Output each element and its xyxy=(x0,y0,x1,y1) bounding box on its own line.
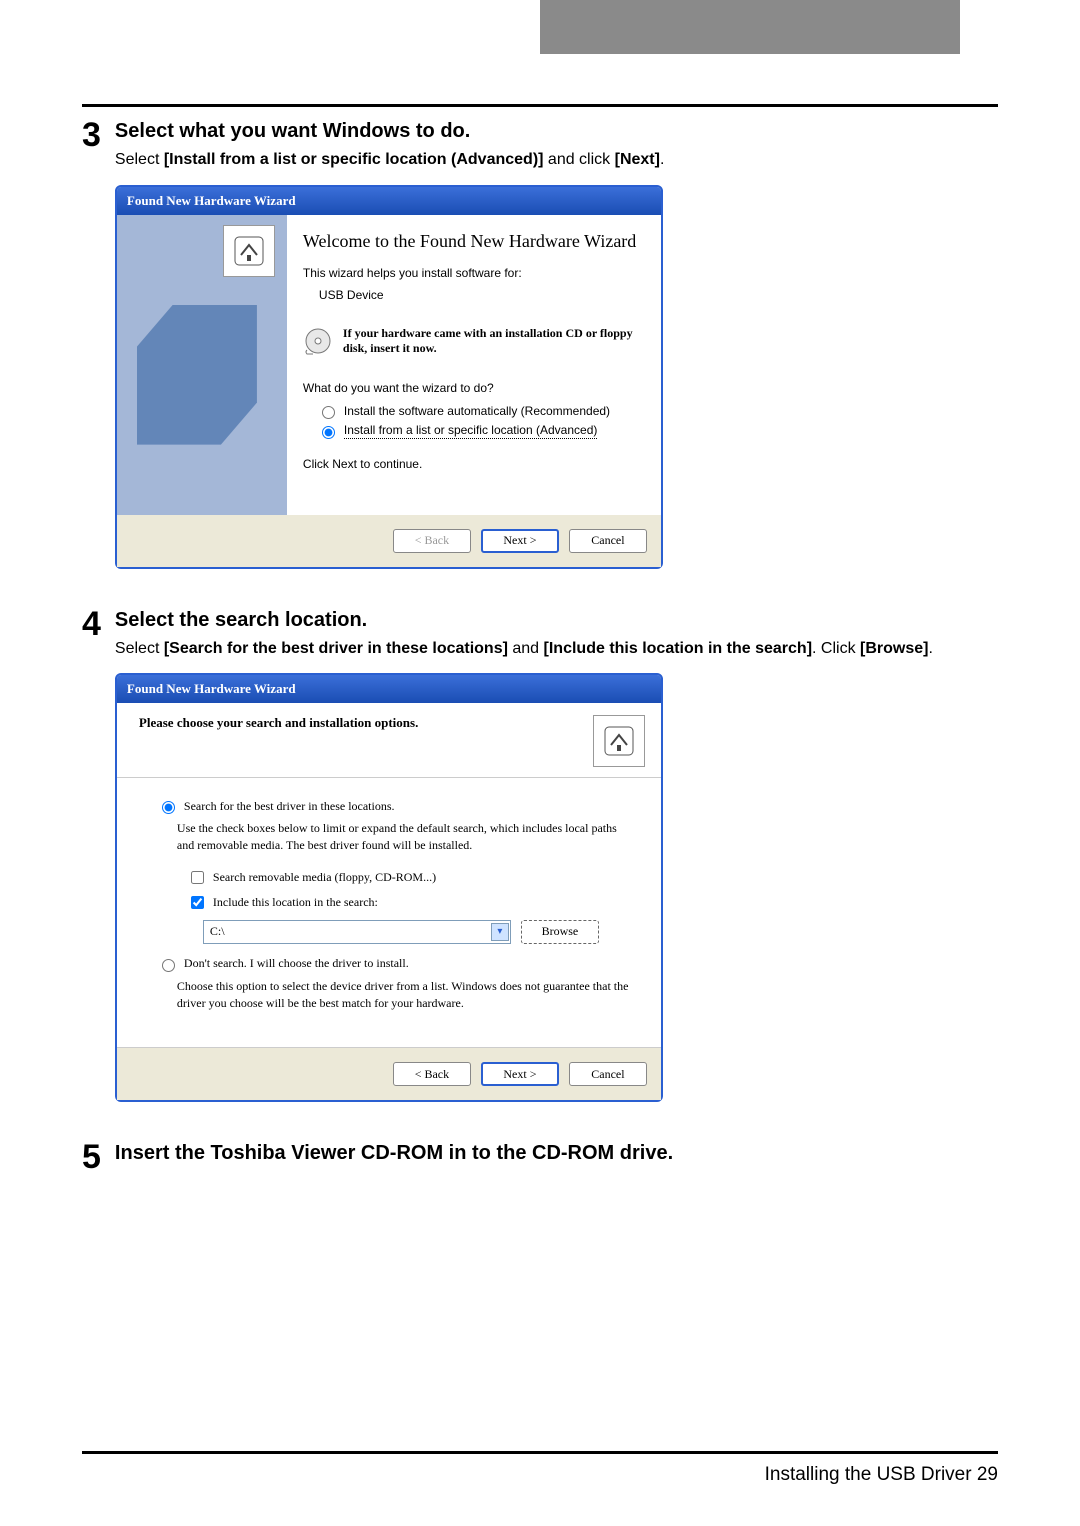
path-input[interactable] xyxy=(203,920,511,944)
radio-dont-search-input[interactable] xyxy=(162,959,175,972)
s4g: . xyxy=(928,640,932,657)
step-3: 3 Select what you want Windows to do. Se… xyxy=(82,120,998,569)
wizard-2-footer: < Back Next > Cancel xyxy=(117,1048,661,1100)
radio-dont-search-label: Don't search. I will choose the driver t… xyxy=(184,956,409,971)
wizard-1-footer: < Back Next > Cancel xyxy=(117,515,661,567)
step-3-desc-d: [Next] xyxy=(615,151,660,168)
path-field[interactable]: ▾ xyxy=(203,920,511,944)
radio-advanced[interactable]: Install from a list or specific location… xyxy=(317,423,645,439)
footer-text: Installing the USB Driver 29 xyxy=(765,1464,998,1485)
chk-removable-input[interactable] xyxy=(191,871,204,884)
wizard-1-titlebar: Found New Hardware Wizard xyxy=(117,187,661,215)
step-4-title: Select the search location. xyxy=(115,609,998,632)
wizard-device: USB Device xyxy=(319,288,645,302)
radio-advanced-label: Install from a list or specific location… xyxy=(344,423,597,439)
hardware-icon-small xyxy=(593,715,645,767)
page-footer: Installing the USB Driver 29 xyxy=(82,1451,998,1486)
wizard-1: Found New Hardware Wizard Welcome to the… xyxy=(115,185,663,569)
header-tab xyxy=(540,0,960,54)
step-3-desc-e: . xyxy=(660,151,664,168)
radio-search-input[interactable] xyxy=(162,801,175,814)
radio-auto-label: Install the software automatically (Reco… xyxy=(344,404,610,418)
wizard-2: Found New Hardware Wizard Please choose … xyxy=(115,673,663,1102)
step-5: 5 Insert the Toshiba Viewer CD-ROM in to… xyxy=(82,1142,998,1174)
step-3-desc: Select [Install from a list or specific … xyxy=(115,149,998,171)
step-number-4: 4 xyxy=(82,607,101,1103)
chk-removable-label: Search removable media (floppy, CD-ROM..… xyxy=(213,870,436,885)
s4c: and xyxy=(508,640,544,657)
decorative-shape xyxy=(137,305,257,445)
search-desc: Use the check boxes below to limit or ex… xyxy=(177,820,631,854)
step-3-title: Select what you want Windows to do. xyxy=(115,120,998,143)
cd-icon xyxy=(303,326,333,356)
radio-search-label: Search for the best driver in these loca… xyxy=(184,799,395,814)
step-4-desc: Select [Search for the best driver in th… xyxy=(115,638,998,660)
step-number-5: 5 xyxy=(82,1140,101,1174)
chk-removable[interactable]: Search removable media (floppy, CD-ROM..… xyxy=(187,868,631,887)
chk-include-input[interactable] xyxy=(191,896,204,909)
cd-hint-text: If your hardware came with an installati… xyxy=(343,326,645,357)
hardware-icon xyxy=(223,225,275,277)
wizard-welcome: Welcome to the Found New Hardware Wizard xyxy=(303,231,645,252)
radio-advanced-input[interactable] xyxy=(322,426,335,439)
chk-include[interactable]: Include this location in the search: xyxy=(187,893,631,912)
step-3-desc-c: and click xyxy=(543,151,614,168)
step-4: 4 Select the search location. Select [Se… xyxy=(82,609,998,1103)
next-button[interactable]: Next > xyxy=(481,529,559,553)
dont-search-desc: Choose this option to select the device … xyxy=(177,978,631,1012)
wizard-click-next: Click Next to continue. xyxy=(303,457,645,471)
rule-top xyxy=(82,104,998,107)
wizard-2-titlebar: Found New Hardware Wizard xyxy=(117,675,661,703)
radio-dont-search[interactable]: Don't search. I will choose the driver t… xyxy=(157,956,631,972)
next-button-2[interactable]: Next > xyxy=(481,1062,559,1086)
wizard-question: What do you want the wizard to do? xyxy=(303,381,645,395)
cancel-button[interactable]: Cancel xyxy=(569,529,647,553)
s4b: [Search for the best driver in these loc… xyxy=(164,640,508,657)
chk-include-label: Include this location in the search: xyxy=(213,895,378,910)
s4f: [Browse] xyxy=(860,640,928,657)
wizard-2-header: Please choose your search and installati… xyxy=(139,715,593,731)
wizard-side-panel xyxy=(117,215,287,515)
step-number-3: 3 xyxy=(82,118,101,569)
browse-button[interactable]: Browse xyxy=(521,920,599,944)
radio-search[interactable]: Search for the best driver in these loca… xyxy=(157,798,631,814)
chevron-down-icon[interactable]: ▾ xyxy=(491,923,509,941)
s4e: . Click xyxy=(812,640,860,657)
back-button-2[interactable]: < Back xyxy=(393,1062,471,1086)
radio-auto[interactable]: Install the software automatically (Reco… xyxy=(317,403,645,419)
radio-auto-input[interactable] xyxy=(322,406,335,419)
back-button: < Back xyxy=(393,529,471,553)
cancel-button-2[interactable]: Cancel xyxy=(569,1062,647,1086)
s4a: Select xyxy=(115,640,164,657)
s4d: [Include this location in the search] xyxy=(544,640,812,657)
wizard-helps: This wizard helps you install software f… xyxy=(303,266,645,280)
step-3-desc-b: [Install from a list or specific locatio… xyxy=(164,151,544,168)
cd-hint: If your hardware came with an installati… xyxy=(303,326,645,357)
step-3-desc-a: Select xyxy=(115,151,164,168)
step-5-title: Insert the Toshiba Viewer CD-ROM in to t… xyxy=(115,1142,998,1165)
